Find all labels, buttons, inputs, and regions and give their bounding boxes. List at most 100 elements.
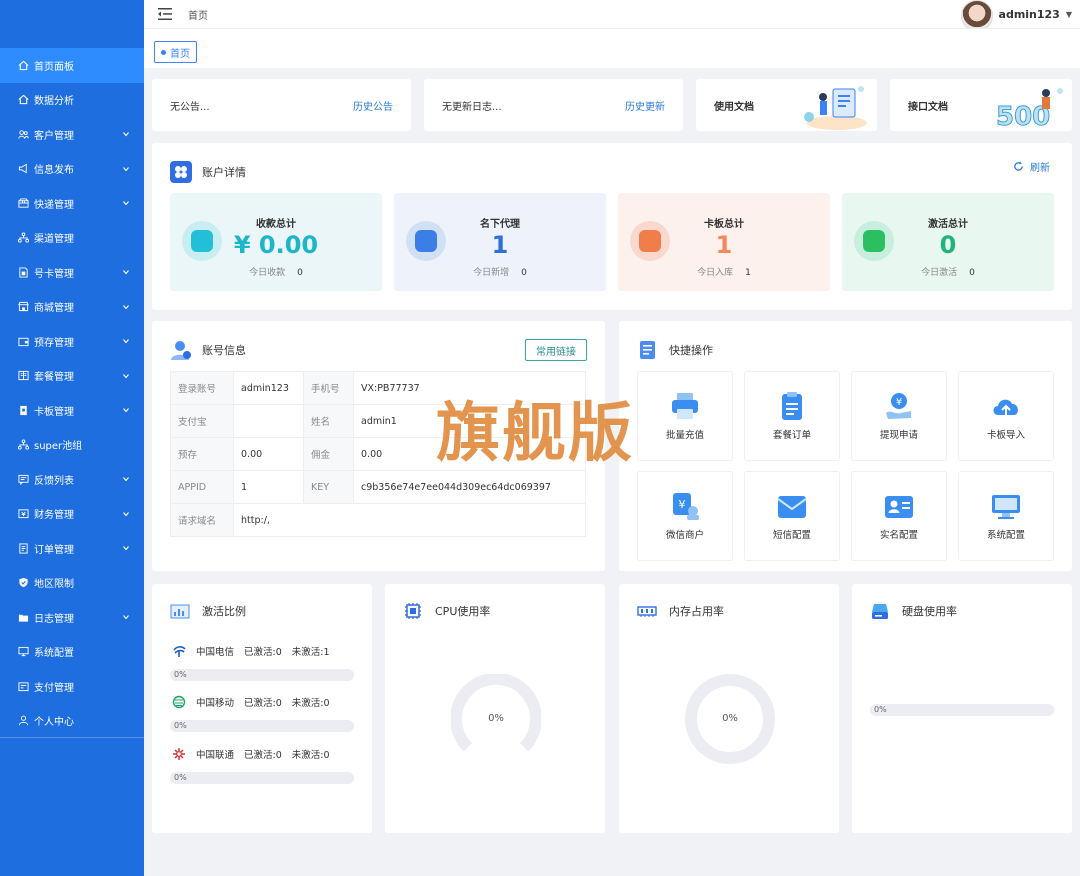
stat-value: 1 (715, 231, 733, 259)
sidebar-item-label: 数据分析 (34, 96, 74, 108)
quick-op-label: 短信配置 (772, 530, 811, 541)
sidebar-logo-area (0, 0, 144, 48)
shop-icon (18, 301, 29, 312)
announcement-history-link[interactable]: 历史公告 (353, 98, 393, 113)
operator-name: 中国联通 (196, 750, 235, 761)
chevron-down-icon[interactable]: ▼ (1066, 10, 1072, 19)
disk-card: 硬盘使用率 0% (852, 584, 1072, 833)
sidebar-item[interactable]: 数据分析 (0, 83, 144, 118)
disk-progress-bar: 0% (870, 704, 1054, 716)
sidebar-item[interactable]: 渠道管理 (0, 221, 144, 256)
operator-progress-bar: 0% (170, 772, 354, 784)
memory-icon (637, 606, 657, 617)
changelog-card: 无更新日志... 历史更新 (424, 79, 683, 131)
account-info-title: 账号信息 (202, 344, 246, 357)
stat-label: 卡板总计 (704, 219, 744, 230)
docs-illustration-icon (804, 86, 867, 130)
id-card-icon (885, 496, 913, 518)
quick-ops-grid: 批量充值 套餐订单 ¥ 提现申请 卡板导入 ¥ 微信商户 短信配置 实名配置 系统配置 (637, 371, 1054, 561)
sidebar-item[interactable]: super池组 (0, 428, 144, 463)
sidebar-item[interactable]: 快递管理 (0, 186, 144, 221)
phone-label: 手机号 (303, 371, 354, 405)
home-icon (18, 94, 29, 105)
sidebar-item[interactable]: 商城管理 (0, 290, 144, 325)
api-docs-illustration-icon: 500 (996, 88, 1063, 131)
alipay-label: 支付宝 (170, 404, 234, 438)
sim-card-icon (18, 267, 29, 278)
quick-op-button[interactable]: 实名配置 (851, 471, 947, 561)
sidebar-item[interactable]: 首页面板 (0, 48, 144, 83)
memory-title: 内存占用率 (669, 605, 724, 618)
chevron-down-icon (123, 615, 129, 620)
cpu-value: 0% (488, 713, 504, 724)
sidebar-item[interactable]: 套餐管理 (0, 359, 144, 394)
disk-icon (872, 604, 888, 619)
stat-sub-value: 0 (521, 268, 527, 278)
sidebar-item[interactable]: 个人中心 (0, 704, 144, 739)
sidebar-item[interactable]: 客户管理 (0, 117, 144, 152)
stat-value: 1 (491, 231, 509, 259)
quick-op-button[interactable]: 短信配置 (744, 471, 840, 561)
quick-op-label: 微信商户 (665, 530, 704, 541)
username[interactable]: admin123 (999, 8, 1060, 21)
sidebar-item[interactable]: 系统配置 (0, 635, 144, 670)
stat-sub-value: 1 (745, 268, 751, 278)
activation-card: 激活比例 中国电信 已激活:0 未激活:1 0% 中国移动 已激活:0 未激活:0 0% 中国联… (152, 584, 372, 833)
menu-fold-icon[interactable] (158, 8, 172, 20)
tab-home[interactable]: 首页 (154, 41, 197, 63)
sidebar-item[interactable]: 支付管理 (0, 669, 144, 704)
sidebar-item[interactable]: 财务管理 (0, 497, 144, 532)
quick-op-button[interactable]: 套餐订单 (744, 371, 840, 461)
sidebar-item[interactable]: 卡板管理 (0, 393, 144, 428)
breadcrumb[interactable]: 首页 (188, 7, 208, 22)
operator-row: 中国移动 已激活:0 未激活:0 (172, 695, 340, 709)
sidebar-item-label: 卡板管理 (34, 406, 74, 418)
china-telecom-logo-icon (173, 646, 186, 657)
sidebar-item[interactable]: 订单管理 (0, 531, 144, 566)
quick-op-button[interactable]: 卡板导入 (958, 371, 1054, 461)
stat-sub: 今日新增 0 (394, 265, 606, 278)
quick-op-button[interactable]: ¥ 微信商户 (637, 471, 733, 561)
envelope-icon (777, 496, 807, 518)
common-links-button[interactable]: 常用链接 (525, 339, 587, 361)
stat-card: 收款总计 ¥ 0.00 今日收款 0 (170, 193, 382, 291)
refresh-label: 刷新 (1030, 163, 1050, 174)
order-icon (18, 543, 29, 554)
changelog-history-link[interactable]: 历史更新 (625, 98, 665, 113)
operator-progress-bar: 0% (170, 669, 354, 681)
sidebar-item[interactable]: 地区限制 (0, 566, 144, 601)
quick-op-button[interactable]: 系统配置 (958, 471, 1054, 561)
docs-card[interactable]: 使用文档 (696, 79, 877, 131)
finance-icon (18, 508, 29, 519)
stat-card: 名下代理 1 今日新增 0 (394, 193, 606, 291)
operator-activated: 已激活:0 (244, 647, 282, 658)
svg-text:¥: ¥ (896, 397, 902, 408)
request-domain-label: 请求域名 (170, 503, 234, 537)
stat-sub-label: 今日收款 (249, 268, 286, 278)
activation-header: 激活比例 (170, 602, 246, 620)
sidebar-item-label: 客户管理 (34, 130, 74, 142)
quick-op-label: 实名配置 (879, 530, 918, 541)
operator-name: 中国移动 (196, 698, 235, 709)
refresh-button[interactable]: 刷新 (1013, 159, 1050, 174)
sidebar-item[interactable]: 日志管理 (0, 600, 144, 635)
chevron-down-icon (123, 339, 129, 344)
sidebar-item[interactable]: 号卡管理 (0, 255, 144, 290)
chevron-down-icon (123, 304, 129, 310)
stat-value: ¥ 0.00 (233, 231, 319, 259)
user-menu[interactable]: admin123 ▼ (960, 0, 1072, 32)
tab-label: 首页 (170, 48, 190, 60)
sidebar-item[interactable]: 预存管理 (0, 324, 144, 359)
stat-sub-value: 0 (297, 268, 303, 278)
stat-label: 激活总计 (928, 219, 968, 230)
sidebar-item[interactable]: 反馈列表 (0, 462, 144, 497)
quick-op-label: 套餐订单 (772, 430, 811, 441)
sidebar-item-label: 套餐管理 (34, 372, 74, 384)
sidebar-item[interactable]: 信息发布 (0, 152, 144, 187)
printer-icon (672, 393, 698, 419)
appid-label: APPID (170, 470, 234, 504)
quick-op-button[interactable]: ¥ 提现申请 (851, 371, 947, 461)
api-docs-card[interactable]: 接口文档 500 (890, 79, 1072, 131)
svg-text:¥: ¥ (679, 498, 686, 511)
quick-op-button[interactable]: 批量充值 (637, 371, 733, 461)
